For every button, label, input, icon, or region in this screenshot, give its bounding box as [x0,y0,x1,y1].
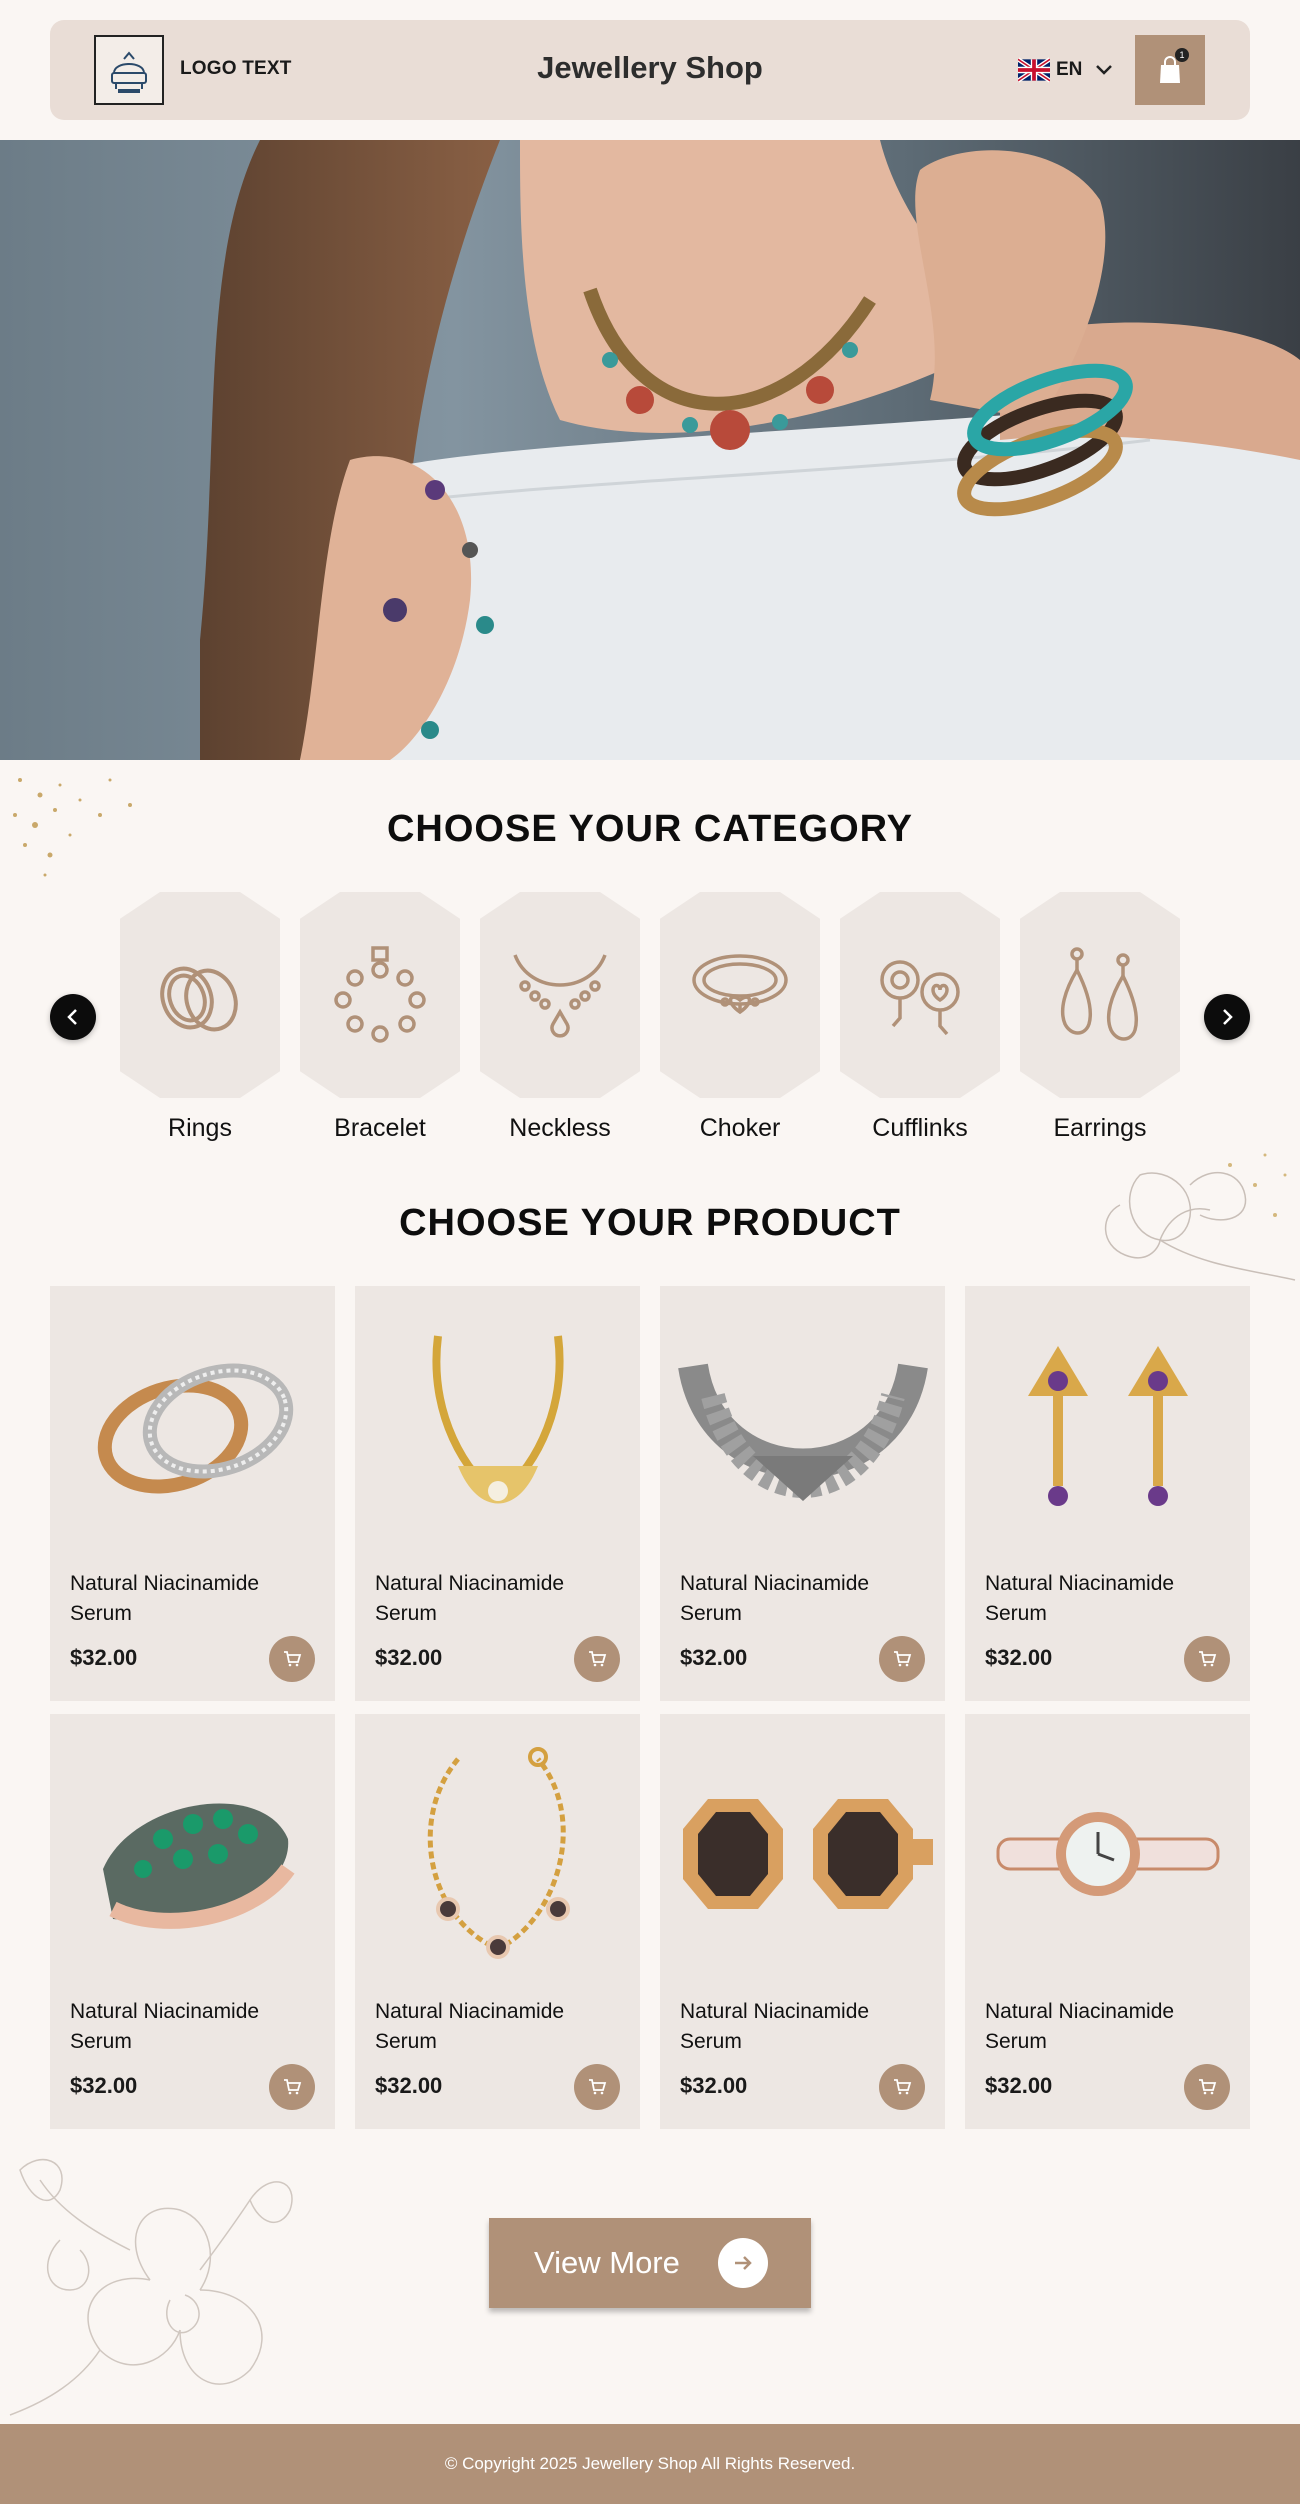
hero-photo-icon [200,140,1300,760]
choker-icon [692,954,788,1015]
cart-icon [589,1651,607,1667]
view-more-label: View More [534,2245,680,2280]
silver-choker-icon [677,1363,928,1501]
uk-flag-icon [1018,57,1050,83]
cart-icon [589,2079,607,2095]
cart-icon [1199,2079,1217,2095]
add-to-cart-button[interactable] [269,2064,315,2110]
product-name[interactable]: Natural Niacinamide Serum [70,1997,320,2057]
gold-necklace-icon [432,1335,563,1504]
product-name[interactable]: Natural Niacinamide Serum [680,1997,930,2057]
category-next-button[interactable] [1204,994,1250,1040]
product-image[interactable] [50,1714,335,1994]
category-necklace[interactable]: Neckless [480,892,640,1143]
octagon-cufflinks-icon [682,1799,933,1909]
cart-icon [284,1651,302,1667]
product-card[interactable]: Natural Niacinamide Serum $32.00 [355,1286,640,1701]
necklace-icon [513,954,607,1038]
category-label: Bracelet [334,1114,426,1142]
cart-icon [894,2079,912,2095]
product-image[interactable] [660,1714,945,1994]
add-to-cart-button[interactable] [879,1636,925,1682]
product-name[interactable]: Natural Niacinamide Serum [680,1569,930,1629]
product-image[interactable] [965,1714,1250,1994]
add-to-cart-button[interactable] [269,1636,315,1682]
cart-count-badge: 1 [1175,48,1189,62]
language-selector[interactable]: EN [1018,54,1116,86]
product-card[interactable]: Natural Niacinamide Serum $32.00 [50,1286,335,1701]
category-label: Earrings [1053,1114,1147,1142]
product-price: $32.00 [985,1645,1053,1670]
chevron-right-icon [1223,1009,1233,1025]
cart-icon [284,2079,302,2095]
gold-earrings-icon [1027,1346,1188,1506]
product-price: $32.00 [985,2073,1053,2098]
cart-icon [1199,1651,1217,1667]
copyright-text: © Copyright 2025 Jewellery Shop All Righ… [444,2454,856,2473]
category-label: Choker [699,1114,781,1142]
product-image[interactable] [355,1286,640,1566]
product-price: $32.00 [680,1645,748,1670]
arrow-right-icon [718,2238,768,2288]
product-section-title: CHOOSE YOUR PRODUCT [399,1202,901,1244]
bracelet-icon [334,946,426,1043]
product-image[interactable] [660,1286,945,1566]
emerald-bangle-icon [102,1803,295,1929]
product-card[interactable]: Natural Niacinamide Serum $32.00 [660,1714,945,2129]
product-card[interactable]: Natural Niacinamide Serum $32.00 [50,1714,335,2129]
category-cufflinks[interactable]: Cufflinks [840,892,1000,1143]
cart-icon [894,1651,912,1667]
product-price: $32.00 [70,1645,138,1670]
gold-chain-bracelet-icon [427,1747,570,1959]
product-name[interactable]: Natural Niacinamide Serum [985,1569,1235,1629]
product-image[interactable] [965,1286,1250,1566]
product-name[interactable]: Natural Niacinamide Serum [375,1569,625,1629]
cufflinks-icon [880,960,960,1036]
category-label: Cufflinks [872,1114,968,1142]
magnolia-sketch-decoration [9,2159,293,2416]
wedding-rings-icon [97,1363,293,1494]
footer: © Copyright 2025 Jewellery Shop All Righ… [0,2424,1300,2504]
add-to-cart-button[interactable] [879,2064,925,2110]
product-name[interactable]: Natural Niacinamide Serum [985,1997,1235,2057]
language-label: EN [1056,59,1083,80]
add-to-cart-button[interactable] [1184,2064,1230,2110]
rose-gold-watch-icon [996,1812,1219,1896]
add-to-cart-button[interactable] [574,1636,620,1682]
category-bracelet[interactable]: Bracelet [300,892,460,1143]
add-to-cart-button[interactable] [574,2064,620,2110]
product-price: $32.00 [375,1645,443,1670]
category-choker[interactable]: Choker [660,892,820,1143]
hero-image [0,140,1300,760]
cart-button[interactable]: 1 [1135,35,1205,105]
product-card[interactable]: Natural Niacinamide Serum $32.00 [965,1714,1250,2129]
category-section-title: CHOOSE YOUR CATEGORY [386,808,914,850]
view-more-button[interactable]: View More [489,2218,811,2308]
product-name[interactable]: Natural Niacinamide Serum [70,1569,320,1629]
product-card[interactable]: Natural Niacinamide Serum $32.00 [660,1286,945,1701]
product-price: $32.00 [680,2073,748,2098]
chevron-down-icon [1096,65,1113,75]
category-rings[interactable]: Rings [120,892,280,1143]
product-price: $32.00 [70,2073,138,2098]
site-header: LOGO TEXT Jewellery Shop EN 1 [50,20,1250,120]
product-card[interactable]: Natural Niacinamide Serum $32.00 [965,1286,1250,1701]
product-image[interactable] [50,1286,335,1566]
chevron-left-icon [67,1009,77,1025]
category-prev-button[interactable] [50,994,96,1040]
product-name[interactable]: Natural Niacinamide Serum [375,1997,625,2057]
product-card[interactable]: Natural Niacinamide Serum $32.00 [355,1714,640,2129]
rings-icon [160,966,238,1032]
category-label: Rings [168,1114,232,1142]
category-label: Neckless [509,1114,611,1142]
product-price: $32.00 [375,2073,443,2098]
add-to-cart-button[interactable] [1184,1636,1230,1682]
category-earrings[interactable]: Earrings [1020,892,1180,1143]
product-image[interactable] [355,1714,640,1994]
earrings-icon [1060,947,1138,1041]
